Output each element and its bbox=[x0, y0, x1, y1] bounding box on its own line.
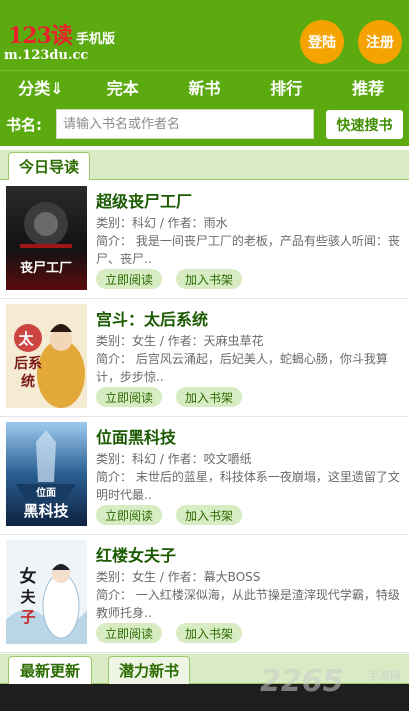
book-item: 丧尸工厂 超级丧尸工厂 类别：科幻 / 作者：雨水 简介： 我是一间丧尸工厂的老… bbox=[0, 181, 409, 299]
nav-item-completed[interactable]: 完本 bbox=[82, 71, 164, 102]
add-to-shelf-button[interactable]: 加入书架 bbox=[176, 505, 242, 525]
svg-text:位面: 位面 bbox=[36, 486, 56, 499]
svg-text:太: 太 bbox=[18, 330, 34, 348]
svg-text:丧尸工厂: 丧尸工厂 bbox=[20, 260, 72, 276]
read-now-button[interactable]: 立即阅读 bbox=[96, 387, 162, 407]
register-button[interactable]: 注册 bbox=[358, 20, 402, 64]
book-item: 太 后系 统 宫斗：太后系统 类别：女生 / 作者：天麻虫草花 简介： 后宫风云… bbox=[0, 299, 409, 417]
book-cover[interactable]: 位面 黑科技 bbox=[6, 422, 87, 526]
add-to-shelf-button[interactable]: 加入书架 bbox=[176, 623, 242, 643]
svg-text:女: 女 bbox=[20, 566, 37, 587]
book-cover-image-4: 女 夫 子 bbox=[6, 540, 87, 644]
nav-item-recommend[interactable]: 推荐 bbox=[327, 71, 409, 102]
today-section-header: 今日导读 bbox=[0, 150, 409, 180]
latest-section-header: 最新更新 潜力新书 bbox=[0, 654, 409, 684]
book-meta: 类别：科幻 / 作者：雨水 bbox=[96, 216, 228, 230]
book-cover[interactable]: 太 后系 统 bbox=[6, 304, 87, 408]
add-to-shelf-button[interactable]: 加入书架 bbox=[176, 387, 242, 407]
logo-main-text: 123读 bbox=[8, 23, 73, 49]
tab-today-guide[interactable]: 今日导读 bbox=[8, 152, 90, 180]
book-cover[interactable]: 丧尸工厂 bbox=[6, 186, 87, 290]
book-cover[interactable]: 女 夫 子 bbox=[6, 540, 87, 644]
watermark-logo: 2265 bbox=[260, 664, 344, 699]
book-cover-image-1: 丧尸工厂 bbox=[6, 186, 87, 290]
add-to-shelf-button[interactable]: 加入书架 bbox=[176, 269, 242, 289]
book-intro: 简介： 末世后的蓝星，科技体系一夜崩塌，这里遗留了文明时代最.. bbox=[96, 470, 400, 502]
search-button[interactable]: 快速搜书 bbox=[325, 109, 404, 140]
svg-text:黑科技: 黑科技 bbox=[23, 502, 69, 520]
site-logo[interactable]: 123读 手机版 bbox=[8, 18, 115, 50]
bottom-bar bbox=[0, 684, 409, 711]
svg-text:夫: 夫 bbox=[20, 588, 36, 606]
book-title[interactable]: 超级丧尸工厂 bbox=[96, 188, 192, 212]
app-header: 123读 手机版 m.123du.cc 登陆 注册 bbox=[0, 0, 409, 70]
book-meta: 类别：科幻 / 作者：咬文嚼纸 bbox=[96, 452, 252, 466]
book-meta: 类别：女生 / 作者：天麻虫草花 bbox=[96, 334, 264, 348]
book-meta: 类别：女生 / 作者：幕大BOSS bbox=[96, 570, 261, 584]
tab-latest-updates[interactable]: 最新更新 bbox=[8, 656, 92, 684]
login-button[interactable]: 登陆 bbox=[300, 20, 344, 64]
book-intro: 简介： 我是一间丧尸工厂的老板，产品有些骇人听闻：丧尸、丧尸.. bbox=[96, 234, 400, 266]
watermark-sub-text: 手游网 bbox=[368, 669, 401, 682]
logo-sub-text: 手机版 bbox=[75, 32, 115, 47]
nav-item-category[interactable]: 分类⇓ bbox=[0, 71, 82, 102]
book-intro: 简介： 一入红楼深似海，从此节操是渣滓现代学霸，特级教师托身.. bbox=[96, 588, 400, 620]
search-bar: 书名: 快速搜书 bbox=[0, 102, 409, 146]
svg-text:统: 统 bbox=[21, 373, 35, 390]
tab-potential-new-books[interactable]: 潜力新书 bbox=[108, 656, 190, 684]
nav-item-ranking[interactable]: 排行 bbox=[245, 71, 327, 102]
book-cover-image-2: 太 后系 统 bbox=[6, 304, 87, 408]
svg-text:子: 子 bbox=[20, 608, 35, 626]
read-now-button[interactable]: 立即阅读 bbox=[96, 623, 162, 643]
search-input[interactable] bbox=[56, 109, 314, 139]
read-now-button[interactable]: 立即阅读 bbox=[96, 505, 162, 525]
svg-text:后系: 后系 bbox=[14, 355, 42, 372]
search-label: 书名: bbox=[6, 116, 42, 134]
nav-item-new-books[interactable]: 新书 bbox=[164, 71, 246, 102]
book-title[interactable]: 位面黑科技 bbox=[96, 424, 176, 448]
logo-domain-text: m.123du.cc bbox=[4, 48, 89, 63]
main-nav: 分类⇓ 完本 新书 排行 推荐 bbox=[0, 70, 409, 102]
book-title[interactable]: 宫斗：太后系统 bbox=[96, 306, 208, 330]
book-title[interactable]: 红楼女夫子 bbox=[96, 542, 176, 566]
read-now-button[interactable]: 立即阅读 bbox=[96, 269, 162, 289]
book-item: 位面 黑科技 位面黑科技 类别：科幻 / 作者：咬文嚼纸 简介： 末世后的蓝星，… bbox=[0, 417, 409, 535]
book-intro: 简介： 后宫风云涌起，后妃美人，蛇蝎心肠，你斗我算计，步步惊.. bbox=[96, 352, 388, 384]
book-item: 女 夫 子 红楼女夫子 类别：女生 / 作者：幕大BOSS 简介： 一入红楼深似… bbox=[0, 535, 409, 653]
book-cover-image-3: 位面 黑科技 bbox=[6, 422, 87, 526]
